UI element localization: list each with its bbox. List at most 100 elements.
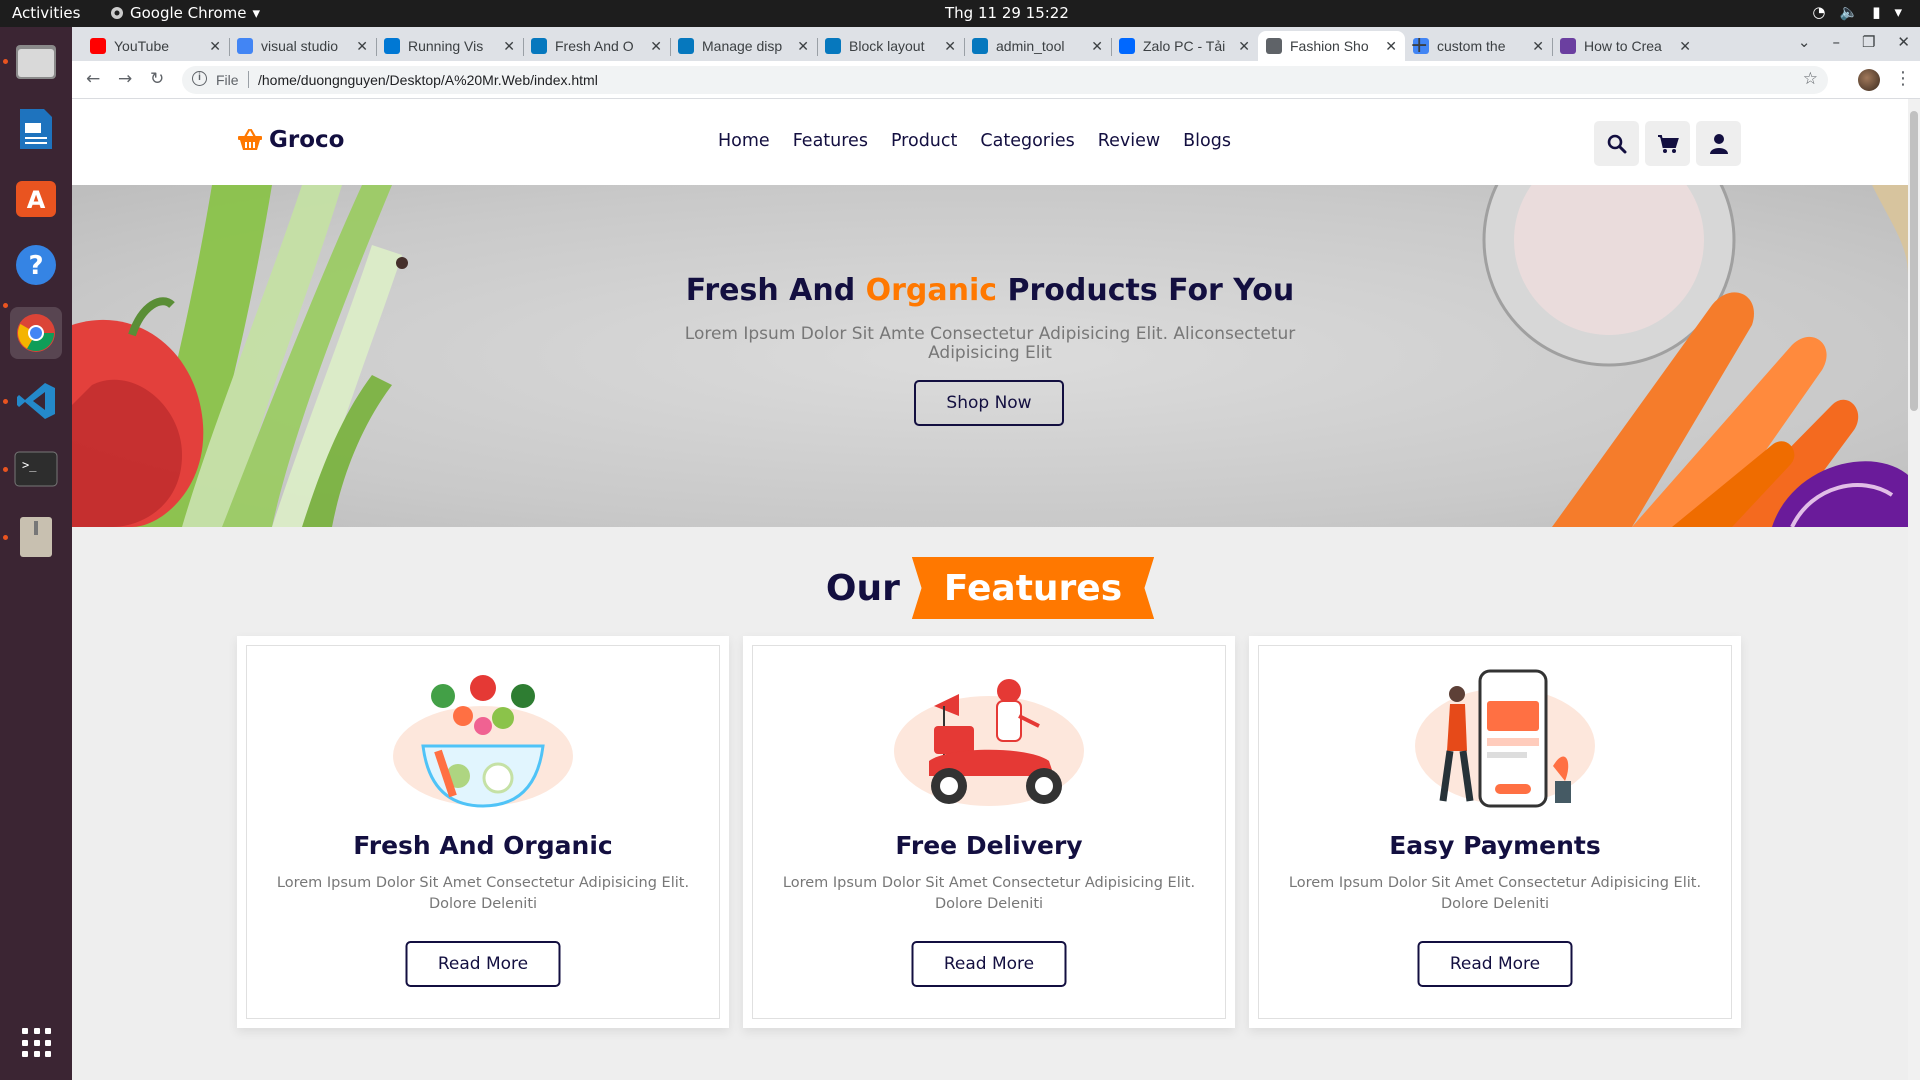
read-more-button[interactable]: Read More <box>1417 941 1573 987</box>
close-tab-icon[interactable]: ✕ <box>1091 38 1103 55</box>
brand-name: Groco <box>269 127 345 153</box>
system-top-bar: Activities Google Chrome ▾ Thg 11 29 15:… <box>0 0 1920 27</box>
back-button[interactable]: ← <box>86 69 100 89</box>
tab-separator <box>376 38 377 56</box>
tab-separator <box>229 38 230 56</box>
help-icon[interactable]: ? <box>10 239 62 291</box>
close-tab-icon[interactable]: ✕ <box>1679 38 1691 55</box>
close-tab-icon[interactable]: ✕ <box>797 38 809 55</box>
nav-home[interactable]: Home <box>718 131 770 151</box>
close-tab-icon[interactable]: ✕ <box>209 38 221 55</box>
browser-tab[interactable]: visual studio ✕ <box>229 31 376 61</box>
chrome-window: YouTube ✕ visual studio ✕ Running Vis ✕ Fresh … <box>72 27 1920 1080</box>
tab-strip: YouTube ✕ visual studio ✕ Running Vis ✕ Fresh … <box>72 27 1920 61</box>
ubuntu-dock: A ? >_ <box>0 27 72 1080</box>
running-indicator <box>3 467 8 472</box>
nav-review[interactable]: Review <box>1098 131 1160 151</box>
tab-title: YouTube <box>114 38 170 54</box>
browser-tab[interactable]: admin_tool ✕ <box>964 31 1111 61</box>
close-tab-icon[interactable]: ✕ <box>1532 38 1544 55</box>
chrome-icon[interactable] <box>10 307 62 359</box>
close-tab-icon[interactable]: ✕ <box>650 38 662 55</box>
web-page: Groco Home Features Product Categories R… <box>72 99 1908 1080</box>
app-menu-label: Google Chrome <box>130 4 247 22</box>
browser-tab[interactable]: Fashion Sho ✕ <box>1258 31 1405 61</box>
youtube-icon <box>90 38 106 54</box>
feature-title: Fresh And Organic <box>353 831 613 860</box>
nav-blogs[interactable]: Blogs <box>1183 131 1231 151</box>
forward-button[interactable]: → <box>118 69 132 89</box>
shop-now-button[interactable]: Shop Now <box>914 380 1064 426</box>
software-center-icon[interactable]: A <box>10 171 62 223</box>
profile-avatar[interactable] <box>1858 69 1880 91</box>
close-tab-icon[interactable]: ✕ <box>944 38 956 55</box>
read-more-button[interactable]: Read More <box>911 941 1067 987</box>
tab-separator <box>817 38 818 56</box>
google-icon <box>237 38 253 54</box>
tab-title: Fresh And O <box>555 38 634 54</box>
new-tab-button[interactable]: + <box>1410 33 1428 58</box>
hero-title: Fresh And Organic Products For You <box>72 273 1908 308</box>
delivery-scooter-icon <box>894 679 1084 806</box>
zalo-icon <box>1119 38 1135 54</box>
running-indicator <box>3 59 8 64</box>
user-button[interactable] <box>1696 121 1741 166</box>
browser-tab[interactable]: Zalo PC - Tải ✕ <box>1111 31 1258 61</box>
svg-text:?: ? <box>28 251 43 281</box>
running-indicator <box>3 535 8 540</box>
hero-title-accent: Organic <box>865 273 998 308</box>
more-menu-icon[interactable]: ⋮ <box>1894 68 1912 89</box>
scrollbar-thumb[interactable] <box>1910 111 1918 411</box>
cart-button[interactable] <box>1645 121 1690 166</box>
features-heading-ribbon: Features <box>911 557 1155 619</box>
close-window-button[interactable]: ✕ <box>1897 33 1910 51</box>
browser-tab[interactable]: How to Crea ✕ <box>1552 31 1699 61</box>
address-bar[interactable]: i File /home/duongnguyen/Desktop/A%20Mr.… <box>182 66 1828 94</box>
close-tab-icon[interactable]: ✕ <box>1385 38 1397 55</box>
globe-icon <box>1266 38 1282 54</box>
tab-title: How to Crea <box>1584 38 1662 54</box>
activities-button[interactable]: Activities <box>12 4 80 22</box>
browser-tab[interactable]: Block layout ✕ <box>817 31 964 61</box>
tab-title: Zalo PC - Tải <box>1143 38 1226 54</box>
search-button[interactable] <box>1594 121 1639 166</box>
close-tab-icon[interactable]: ✕ <box>356 38 368 55</box>
search-icon <box>1607 134 1626 153</box>
url-text[interactable]: /home/duongnguyen/Desktop/A%20Mr.Web/ind… <box>258 72 598 88</box>
archive-icon[interactable] <box>10 511 62 563</box>
nav-categories[interactable]: Categories <box>980 131 1074 151</box>
browser-tab[interactable]: Manage disp ✕ <box>670 31 817 61</box>
running-indicator <box>3 399 8 404</box>
features-heading: Our Features <box>72 557 1908 619</box>
feature-card: Fresh And Organic Lorem Ipsum Dolor Sit … <box>237 636 729 1028</box>
feature-description: Lorem Ipsum Dolor Sit Amet Consectetur A… <box>276 875 690 912</box>
browser-tab[interactable]: YouTube ✕ <box>82 31 229 61</box>
close-tab-icon[interactable]: ✕ <box>503 38 515 55</box>
tab-separator <box>670 38 671 56</box>
nav-product[interactable]: Product <box>891 131 957 151</box>
writer-icon[interactable] <box>10 103 62 155</box>
bookmark-star-icon[interactable]: ☆ <box>1803 69 1818 89</box>
restore-button[interactable]: ❐ <box>1862 33 1875 51</box>
browser-tab[interactable]: Fresh And O ✕ <box>523 31 670 61</box>
terminal-icon[interactable]: >_ <box>10 443 62 495</box>
close-tab-icon[interactable]: ✕ <box>1238 38 1250 55</box>
app-menu[interactable]: Google Chrome ▾ <box>110 4 260 22</box>
site-info-icon[interactable]: i <box>192 71 207 86</box>
nav-features[interactable]: Features <box>793 131 868 151</box>
tab-search-icon[interactable]: ⌄ <box>1798 33 1811 51</box>
system-tray[interactable]: ◔ 🔈 ▮ ▾ <box>1812 3 1902 21</box>
read-more-button[interactable]: Read More <box>405 941 561 987</box>
clock[interactable]: Thg 11 29 15:22 <box>945 4 1069 22</box>
minimize-button[interactable]: – <box>1832 33 1840 51</box>
user-icon <box>1709 133 1728 154</box>
vscode-icon[interactable] <box>10 375 62 427</box>
brand-logo[interactable]: Groco <box>237 127 344 153</box>
show-applications-icon[interactable] <box>22 1028 52 1058</box>
reload-button[interactable]: ↻ <box>150 69 164 89</box>
browser-tab[interactable]: Running Vis ✕ <box>376 31 523 61</box>
files-icon[interactable] <box>10 35 62 87</box>
drupal-icon <box>531 38 547 54</box>
svg-text:A: A <box>27 186 46 214</box>
page-scrollbar[interactable] <box>1908 99 1920 1080</box>
